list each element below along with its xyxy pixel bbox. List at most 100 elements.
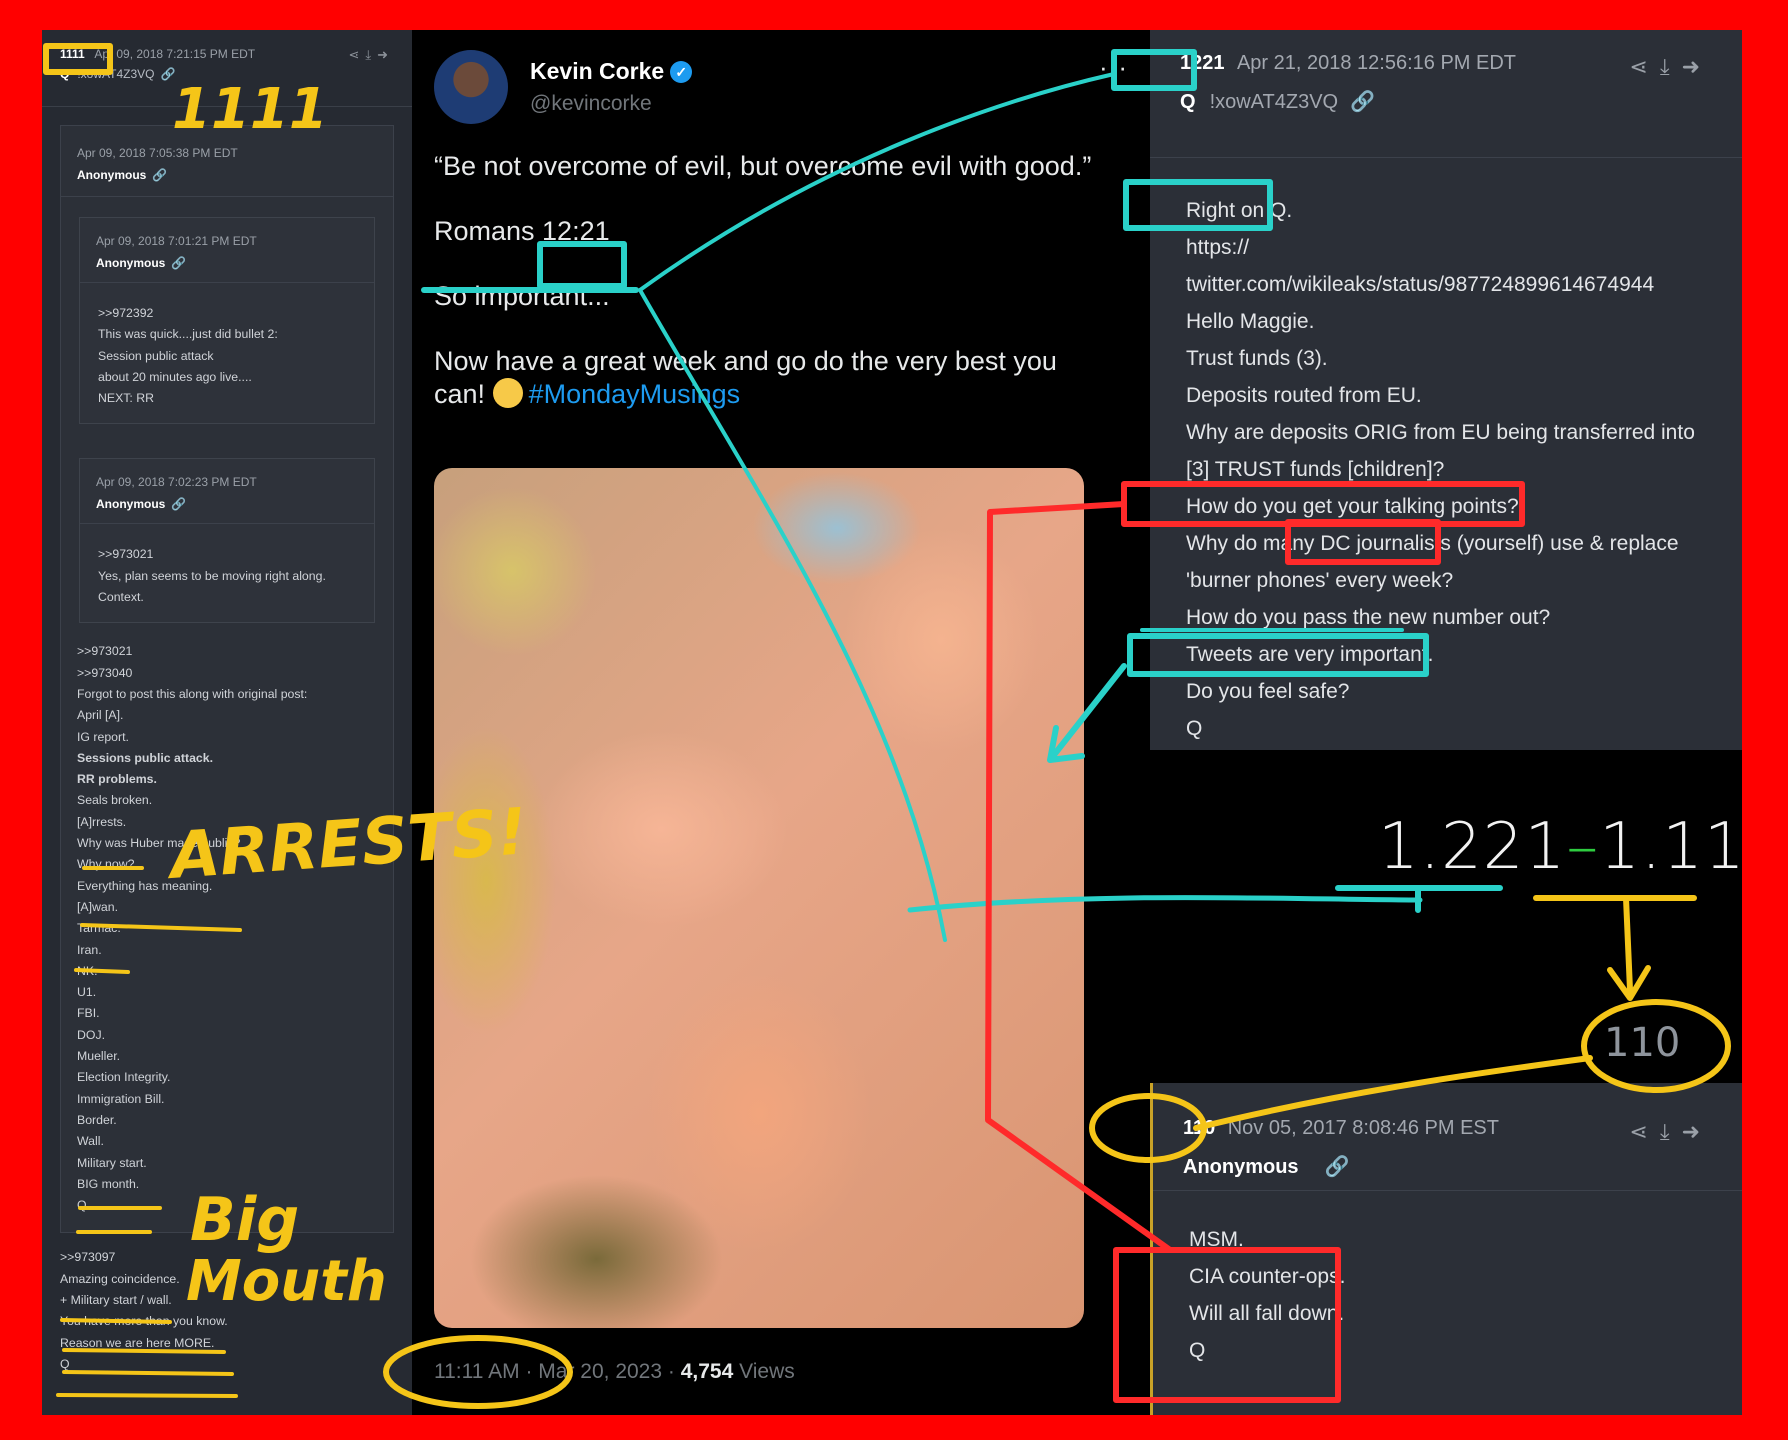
post-date: Apr 21, 2018 12:56:16 PM EDT — [1236, 52, 1517, 74]
text-line: Do you feel safe? — [1186, 680, 1350, 703]
text-line: DOJ. — [77, 1027, 106, 1042]
arrow-icon[interactable]: ➜ — [377, 47, 394, 62]
tweet-text-line: So important... — [434, 281, 610, 311]
reply-link[interactable]: >>973021 — [77, 641, 377, 662]
quote-date: Apr 09, 2018 7:05:38 PM EDT — [77, 146, 238, 160]
reply-link[interactable]: >>972392 — [98, 303, 356, 324]
avatar[interactable] — [434, 50, 508, 124]
share-icon[interactable]: ⋖ — [1629, 54, 1659, 79]
share-icon[interactable]: ⋖ — [1629, 1119, 1659, 1144]
url-line[interactable]: twitter.com/wikileaks/status/98772489961… — [1186, 266, 1706, 303]
text-line: Border. — [77, 1112, 117, 1127]
text-line: Tweets are very important. — [1186, 643, 1434, 666]
download-icon[interactable]: ⤓ — [1660, 54, 1682, 79]
text-line: How do you get your talking points? — [1186, 495, 1519, 518]
text-line: Sessions public attack. — [77, 750, 213, 765]
text-line: Everything has meaning. — [77, 878, 213, 893]
reply-link[interactable]: >>973021 — [98, 544, 356, 565]
post-header: 1221 Apr 21, 2018 12:56:16 PM EDT Q !xowA… — [1150, 30, 1742, 158]
text-line: How do you pass the new number out? — [1186, 606, 1551, 629]
text-line: Q — [1186, 717, 1203, 740]
link-icon[interactable]: 🔗 — [160, 67, 175, 81]
nested-quote-author: Anonymous 🔗 — [96, 497, 187, 512]
tweet-author-handle[interactable]: @kevincorke — [530, 92, 652, 116]
tweet-author-name[interactable]: Kevin Corke ✓ — [530, 58, 693, 85]
link-icon[interactable]: 🔗 — [171, 497, 186, 511]
link-icon[interactable]: 🔗 — [152, 168, 167, 182]
text-line: Election Integrity. — [77, 1070, 171, 1085]
text-line: April [A]. — [77, 708, 124, 723]
text-line: Why are deposits ORIG from EU being tran… — [1186, 421, 1695, 444]
nested-quote-body: >>972392 This was quick....just did bull… — [80, 283, 374, 423]
text-line: about 20 minutes ago live.... — [98, 369, 252, 384]
hashtag-link[interactable]: #MondayMusings — [529, 379, 741, 409]
text-line: Q — [1189, 1339, 1206, 1362]
link-icon[interactable]: 🔗 — [1350, 91, 1375, 113]
text-line: Deposits routed from EU. — [1186, 384, 1422, 407]
post-number[interactable]: 110 — [1183, 1117, 1215, 1139]
post-header: 1111 Apr 09, 2018 7:21:15 PM EDT Q !xowAT… — [42, 30, 412, 107]
text-line: Amazing coincidence. — [60, 1271, 180, 1286]
more-options-icon[interactable]: ··· — [1099, 52, 1128, 83]
tweet: Kevin Corke ✓ @kevincorke ··· “Be not ove… — [412, 30, 1150, 1415]
text-line: Immigration Bill. — [77, 1091, 165, 1106]
verified-badge-icon: ✓ — [670, 61, 693, 83]
text-line: You have more than you know. — [60, 1314, 228, 1329]
views-label: Views — [739, 1360, 795, 1383]
text-line: [3] TRUST funds [children]? — [1186, 458, 1445, 481]
tweet-photo-cherry-blossoms[interactable] — [434, 468, 1084, 1328]
arrow-icon[interactable]: ➜ — [1682, 54, 1712, 79]
post-author: Anonymous 🔗 — [1183, 1154, 1712, 1179]
link-icon[interactable]: 🔗 — [171, 256, 186, 270]
text-line: Iran. — [77, 942, 102, 957]
share-icon[interactable]: ⋖ — [348, 47, 365, 62]
post-date: Apr 09, 2018 7:21:15 PM EDT — [94, 47, 256, 61]
text-line: Seals broken. — [77, 793, 153, 808]
quote-body: >>973021 >>973040 Forgot to post this al… — [61, 623, 393, 1232]
post-number[interactable]: 1111 — [60, 47, 85, 61]
text-line: Tarmac. — [77, 921, 121, 936]
download-icon[interactable]: ⤓ — [1660, 1119, 1682, 1144]
arrow-icon[interactable]: ➜ — [1682, 1119, 1712, 1144]
post-number[interactable]: 1221 — [1180, 52, 1225, 74]
text-line: FBI. — [77, 1006, 100, 1021]
author-name: Anonymous — [1183, 1156, 1299, 1178]
url-line[interactable]: https:// — [1186, 229, 1706, 266]
q-post-110: 110 Nov 05, 2017 8:08:46 PM EST Anonymou… — [1150, 1083, 1742, 1415]
post-author: Q !xowAT4Z3VQ 🔗 — [60, 67, 394, 81]
q-post-1221: 1221 Apr 21, 2018 12:56:16 PM EDT Q !xowA… — [1150, 30, 1742, 750]
nested-quote-1: Apr 09, 2018 7:01:21 PM EDT Anonymous 🔗 >… — [79, 217, 375, 425]
q-post-1111: 1111 Apr 09, 2018 7:21:15 PM EDT Q !xowAT… — [42, 30, 412, 1415]
tweet-text-line: Romans 12:21 — [434, 216, 610, 246]
smiling-emoji-icon — [492, 378, 523, 408]
tweet-date[interactable]: Mar 20, 2023 — [538, 1360, 662, 1383]
post-actions: ⋖⤓➜ — [348, 47, 394, 63]
text-line: Why was Huber made public? — [77, 836, 241, 851]
text-line: Military start. — [77, 1155, 147, 1170]
text-line: Hello Maggie. — [1186, 310, 1315, 333]
reply-link[interactable]: >>973097 — [60, 1247, 394, 1268]
post-actions: ⋖⤓➜ — [1629, 54, 1712, 80]
nested-quote-author: Anonymous 🔗 — [96, 256, 187, 270]
nested-quote-2: Apr 09, 2018 7:02:23 PM EDT Anonymous 🔗 >… — [79, 458, 375, 624]
text-line: Reason we are here MORE. — [60, 1335, 215, 1350]
tweet-text: “Be not overcome of evil, but overcome e… — [434, 150, 1114, 443]
subtraction-result: 110 — [1604, 1020, 1681, 1066]
text-line: [A]wan. — [77, 899, 119, 914]
trip-code: !xowAT4Z3VQ — [77, 67, 155, 81]
post-date: Nov 05, 2017 8:08:46 PM EST — [1227, 1117, 1499, 1139]
text-line: Forgot to post this along with original … — [77, 686, 308, 701]
text-line: Why do many DC journalists (yourself) us… — [1186, 532, 1679, 555]
text-line: NK. — [77, 963, 98, 978]
download-icon[interactable]: ⤓ — [365, 47, 377, 62]
nested-quote-header: Apr 09, 2018 7:02:23 PM EDT Anonymous 🔗 — [80, 459, 374, 525]
link-icon[interactable]: 🔗 — [1325, 1156, 1350, 1178]
text-line: Q — [77, 1198, 87, 1213]
text-line: Q — [60, 1356, 70, 1371]
text-line: Mueller. — [77, 1049, 121, 1064]
post-body: Right on Q. https:// twitter.com/wikilea… — [1150, 158, 1742, 747]
tweet-time[interactable]: 11:11 AM — [434, 1360, 520, 1383]
text-line: NEXT: RR — [98, 391, 155, 406]
reply-link[interactable]: >>973040 — [77, 663, 377, 684]
nested-quote-header: Apr 09, 2018 7:01:21 PM EDT Anonymous 🔗 — [80, 218, 374, 283]
